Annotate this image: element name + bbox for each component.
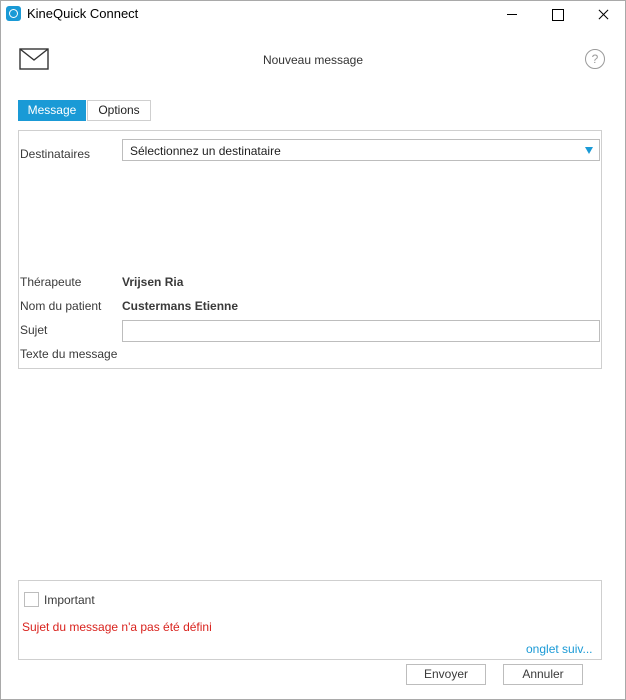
tab-message[interactable]: Message (18, 100, 86, 121)
subject-input[interactable] (122, 320, 600, 342)
therapist-label: Thérapeute (20, 275, 82, 289)
app-logo-icon (6, 6, 21, 21)
important-checkbox[interactable] (24, 592, 39, 607)
next-tab-link[interactable]: onglet suiv... (526, 642, 592, 656)
subject-label: Sujet (20, 323, 48, 337)
help-icon[interactable]: ? (585, 49, 605, 69)
recipients-selected-value: Sélectionnez un destinataire (130, 144, 281, 158)
dropdown-arrow-icon[interactable] (585, 147, 593, 154)
minimize-icon[interactable] (489, 1, 535, 29)
recipients-label: Destinataires (20, 147, 91, 161)
title-bar[interactable]: KineQuick Connect (1, 1, 625, 29)
window-title: KineQuick Connect (27, 6, 139, 21)
patient-value: Custermans Etienne (122, 299, 239, 313)
maximize-icon[interactable] (534, 1, 580, 29)
patient-label: Nom du patient (20, 299, 102, 313)
message-label: Texte du message (20, 347, 118, 361)
cancel-button[interactable]: Annuler (503, 664, 583, 685)
important-label: Important (44, 593, 95, 607)
close-icon[interactable] (580, 1, 626, 29)
message-textarea[interactable] (18, 368, 602, 581)
page-title: Nouveau message (262, 53, 364, 67)
message-window: KineQuick Connect Nouveau message ? Mess… (0, 0, 626, 700)
tab-options[interactable]: Options (87, 100, 151, 121)
therapist-value: Vrijsen Ria (122, 275, 184, 289)
validation-error: Sujet du message n'a pas été défini (22, 620, 212, 634)
recipients-dropdown[interactable]: Sélectionnez un destinataire (122, 139, 600, 161)
send-button[interactable]: Envoyer (406, 664, 486, 685)
